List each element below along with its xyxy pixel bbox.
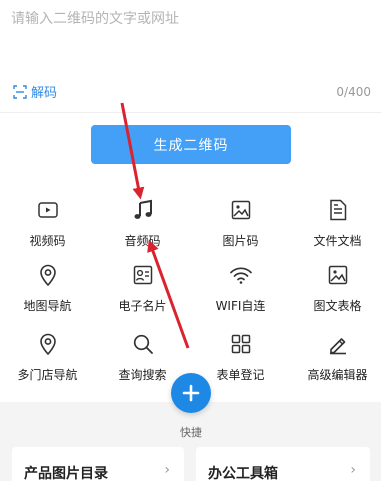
tool-label: 地图导航 xyxy=(23,299,72,313)
image-icon xyxy=(229,198,253,222)
decode-button[interactable]: 解码 xyxy=(13,82,57,101)
plus-icon xyxy=(182,384,200,402)
tool-label: 多门店导航 xyxy=(17,368,78,382)
search-icon xyxy=(131,332,155,356)
quick-add-label: 快捷 xyxy=(180,426,202,439)
pen-icon xyxy=(326,332,350,356)
tool-label: 查询搜索 xyxy=(118,368,167,382)
card-office-toolbox[interactable]: 办公工具箱 › xyxy=(196,447,370,481)
scan-icon xyxy=(13,84,27,99)
video-icon xyxy=(36,198,60,222)
tool-label: 音频码 xyxy=(124,234,161,248)
image-table-icon xyxy=(326,263,350,287)
chevron-right-icon: › xyxy=(350,462,356,478)
tool-advanced-editor[interactable]: 高级编辑器 xyxy=(290,332,381,392)
tool-label: 表单登记 xyxy=(216,368,265,382)
qr-text-input[interactable] xyxy=(11,8,371,68)
quick-add-button[interactable] xyxy=(171,373,211,413)
music-note-icon xyxy=(131,198,155,222)
document-icon xyxy=(326,198,350,222)
tool-map-navigation[interactable]: 地图导航 xyxy=(0,263,95,323)
chevron-right-icon: › xyxy=(164,462,170,478)
divider xyxy=(0,112,381,113)
tool-video[interactable]: 视频码 xyxy=(0,198,95,258)
tool-audio[interactable]: 音频码 xyxy=(95,198,190,258)
business-card-icon xyxy=(131,263,155,287)
tool-multi-store-navigation[interactable]: 多门店导航 xyxy=(0,332,95,392)
tool-label: 高级编辑器 xyxy=(307,368,368,382)
char-counter: 0/400 xyxy=(336,85,371,99)
decode-label: 解码 xyxy=(31,86,58,101)
map-pin-icon xyxy=(36,263,60,287)
tool-label: 电子名片 xyxy=(118,299,167,313)
card-title: 办公工具箱 xyxy=(208,466,278,481)
tool-label: 文件文档 xyxy=(313,234,362,248)
tool-document[interactable]: 文件文档 xyxy=(290,198,381,258)
grid-form-icon xyxy=(229,332,253,356)
tool-wifi[interactable]: WIFI自连 xyxy=(193,263,288,323)
tool-business-card[interactable]: 电子名片 xyxy=(95,263,190,323)
card-title: 产品图片目录 xyxy=(24,466,108,481)
tool-label: 图片码 xyxy=(222,234,259,248)
tool-image[interactable]: 图片码 xyxy=(193,198,288,258)
tool-label: WIFI自连 xyxy=(215,299,266,313)
tool-image-table[interactable]: 图文表格 xyxy=(290,263,381,323)
text-input-area: 解码 0/400 xyxy=(0,0,381,112)
wifi-icon xyxy=(229,263,253,287)
card-product-catalog[interactable]: 产品图片目录 › xyxy=(12,447,184,481)
tool-label: 图文表格 xyxy=(313,299,362,313)
generate-qr-button[interactable]: 生成二维码 xyxy=(91,125,291,164)
multi-store-pin-icon xyxy=(36,332,60,356)
tool-label: 视频码 xyxy=(29,234,66,248)
